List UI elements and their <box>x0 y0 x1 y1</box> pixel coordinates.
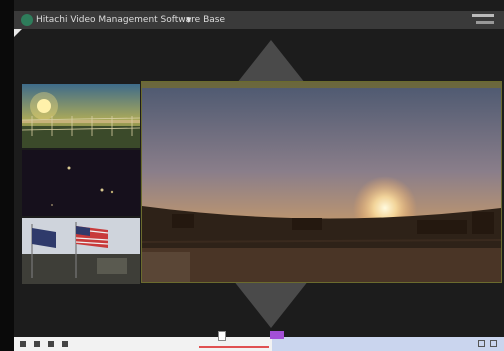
title-bar: Hitachi Video Management Software Base ▼ <box>14 11 504 29</box>
calendar-icon[interactable] <box>478 340 485 347</box>
camera-header-bar <box>142 82 501 88</box>
timeline-selection-marker[interactable] <box>270 331 284 339</box>
play-icon[interactable] <box>34 341 40 347</box>
chevron-down-icon[interactable]: ▼ <box>186 11 191 29</box>
window-control-icon[interactable] <box>472 14 494 17</box>
playback-position-bar <box>199 346 269 348</box>
skip-forward-icon[interactable] <box>62 341 68 347</box>
camera-tile-flags[interactable] <box>22 218 140 284</box>
timeline-time-tooltip <box>218 331 226 341</box>
recording-range[interactable] <box>272 337 504 351</box>
corner-toggle-icon[interactable] <box>14 29 22 37</box>
hitachi-logo-icon <box>21 14 33 26</box>
playback-timeline[interactable] <box>14 337 504 351</box>
camera-tile-night[interactable] <box>22 150 140 216</box>
skip-back-icon[interactable] <box>20 341 26 347</box>
window-control-secondary-icon[interactable] <box>476 21 494 24</box>
camera-main-view[interactable] <box>141 81 502 283</box>
camera-tile-sunset[interactable] <box>22 84 140 148</box>
pause-icon[interactable] <box>48 341 54 347</box>
settings-icon[interactable] <box>490 340 497 347</box>
app-title: Hitachi Video Management Software Base <box>36 15 225 25</box>
